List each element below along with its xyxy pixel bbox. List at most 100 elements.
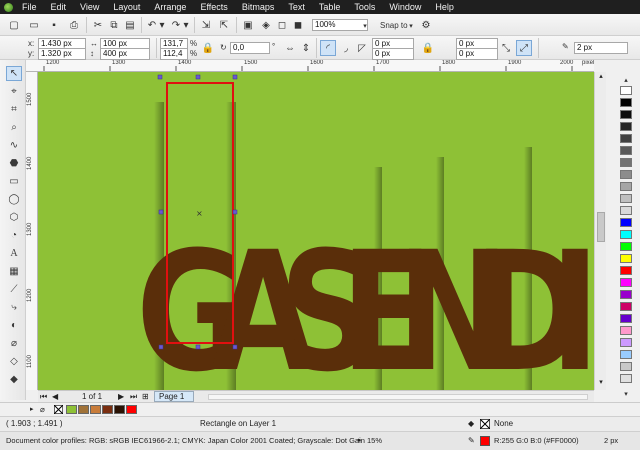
chamfered-corner-icon[interactable]: ◸ (354, 40, 370, 56)
palette-swatch[interactable] (620, 146, 632, 155)
rectangle-tool-icon[interactable]: ▭ (6, 174, 22, 189)
selection-handle[interactable] (232, 344, 238, 350)
selection-handle[interactable] (195, 74, 201, 80)
corner-bottom-left-input[interactable]: 0 px (372, 48, 414, 60)
options-gear-icon[interactable]: ⚙ (418, 17, 434, 33)
document-palette-swatch[interactable] (90, 405, 101, 414)
palette-swatch[interactable] (620, 350, 632, 359)
palette-swatch[interactable] (620, 374, 632, 383)
document-palette-swatch[interactable] (78, 405, 89, 414)
menu-effects[interactable]: Effects (194, 0, 235, 14)
cut-icon[interactable]: ✂ (90, 17, 106, 33)
fill-tool-icon[interactable]: ◆ (6, 372, 22, 387)
menu-file[interactable]: File (16, 0, 45, 14)
text-tool-icon[interactable]: A (6, 246, 22, 261)
corner-lock-icon[interactable]: 🔒 (420, 40, 436, 56)
palette-swatch[interactable] (620, 182, 632, 191)
y-position-input[interactable]: 1.320 px (38, 48, 86, 60)
palette-swatch[interactable] (620, 158, 632, 167)
palette-swatch[interactable] (620, 98, 632, 107)
rotation-input[interactable]: 0,0 (230, 42, 270, 54)
menu-edit[interactable]: Edit (45, 0, 75, 14)
selection-handle[interactable] (157, 74, 163, 80)
selection-handle[interactable] (232, 74, 238, 80)
menu-layout[interactable]: Layout (107, 0, 148, 14)
palette-menu-icon[interactable]: ▸ (30, 404, 34, 416)
smart-fill-tool-icon[interactable]: ⬣ (6, 156, 22, 171)
new-document-icon[interactable]: ▢ (6, 17, 22, 33)
fill-none-swatch[interactable] (480, 419, 490, 429)
outline-width-select[interactable]: 2 px (574, 42, 628, 54)
menu-window[interactable]: Window (383, 0, 429, 14)
menu-text[interactable]: Text (282, 0, 313, 14)
palette-swatch[interactable] (620, 230, 632, 239)
palette-swatch[interactable] (620, 242, 632, 251)
open-folder-icon[interactable]: ▭ (26, 17, 42, 33)
selection-handle[interactable] (158, 209, 164, 215)
corel-online-icon[interactable]: ◼ (290, 17, 306, 33)
vertical-scrollbar[interactable]: ▴ ▾ (594, 72, 606, 390)
profiles-arrow-icon[interactable]: ▸ (358, 435, 362, 447)
palette-swatch[interactable] (620, 134, 632, 143)
freehand-tool-icon[interactable]: ∿ (6, 138, 22, 153)
palette-swatch[interactable] (620, 326, 632, 335)
copy-icon[interactable]: ⧉ (106, 17, 122, 33)
document-palette-swatch[interactable] (66, 405, 77, 414)
export-icon[interactable]: ⇱ (216, 17, 232, 33)
scale-corners-icon[interactable]: ⤢ (516, 40, 532, 56)
menu-view[interactable]: View (74, 0, 107, 14)
welcome-screen-icon[interactable]: ◻ (274, 17, 290, 33)
menu-help[interactable]: Help (429, 0, 462, 14)
publish-pdf-icon[interactable]: ▣ (240, 17, 256, 33)
blend-tool-icon[interactable]: ◐ (6, 318, 22, 333)
vertical-ruler[interactable]: 1500 1400 1300 1200 1100 (26, 72, 38, 390)
outline-tool-icon[interactable]: ◇ (6, 354, 22, 369)
document-palette-swatch[interactable] (102, 405, 113, 414)
menu-table[interactable]: Table (313, 0, 349, 14)
eyedropper-tool-icon[interactable]: ⌀ (6, 336, 22, 351)
shape-tool-icon[interactable]: ⌖ (6, 84, 22, 99)
table-tool-icon[interactable]: ▦ (6, 264, 22, 279)
horizontal-ruler[interactable]: 1200 1300 1400 1500 1600 1700 1800 1900 … (26, 60, 594, 72)
palette-swatch[interactable] (620, 122, 632, 131)
palette-swatch[interactable] (620, 254, 632, 263)
scale-y-input[interactable]: 112,4 (160, 48, 188, 60)
palette-swatch[interactable] (620, 362, 632, 371)
polygon-tool-icon[interactable]: ⬡ (6, 210, 22, 225)
undo-dropdown-icon[interactable]: ▾ (158, 17, 166, 33)
paste-icon[interactable]: ▤ (122, 17, 138, 33)
zoom-dropdown-icon[interactable]: ▾ (360, 18, 370, 34)
application-launcher-icon[interactable]: ◈ (258, 17, 274, 33)
palette-swatch[interactable] (620, 314, 632, 323)
document-palette-swatch[interactable] (126, 405, 137, 414)
mirror-horizontal-icon[interactable]: ⇔ (282, 40, 298, 56)
palette-swatch[interactable] (620, 218, 632, 227)
redo-dropdown-icon[interactable]: ▾ (182, 17, 190, 33)
snap-to-dropdown-icon[interactable]: ▾ (406, 18, 416, 34)
palette-swatch[interactable] (620, 278, 632, 287)
basic-shapes-tool-icon[interactable]: ◔ (6, 228, 22, 243)
selection-handle[interactable] (158, 344, 164, 350)
corner-bottom-right-input[interactable]: 0 px (456, 48, 498, 60)
mirror-vertical-icon[interactable]: ⇕ (298, 40, 314, 56)
pick-tool-icon[interactable]: ↖ (6, 66, 22, 81)
lock-ratio-icon[interactable]: 🔒 (200, 40, 216, 56)
page-1-tab[interactable]: Page 1 (154, 391, 194, 402)
gasendi-lettering[interactable]: GASENDI (136, 217, 594, 390)
drawing-canvas[interactable]: GASENDI × (38, 72, 594, 390)
menu-bitmaps[interactable]: Bitmaps (236, 0, 283, 14)
menu-arrange[interactable]: Arrange (148, 0, 194, 14)
palette-swatch[interactable] (620, 194, 632, 203)
scalloped-corner-icon[interactable]: ◞ (338, 40, 354, 56)
palette-swatch[interactable] (620, 86, 632, 95)
palette-swatch[interactable] (620, 206, 632, 215)
snap-to-button[interactable]: Snap to (380, 21, 408, 31)
selection-handle[interactable] (195, 344, 201, 350)
crop-tool-icon[interactable]: ⌗ (6, 102, 22, 117)
palette-scroll-down-icon[interactable]: ▾ (620, 390, 632, 398)
ellipse-tool-icon[interactable]: ◯ (6, 192, 22, 207)
palette-swatch[interactable] (620, 290, 632, 299)
palette-swatch[interactable] (620, 170, 632, 179)
selection-handle[interactable] (232, 209, 238, 215)
scroll-up-icon[interactable]: ▴ (596, 72, 606, 82)
